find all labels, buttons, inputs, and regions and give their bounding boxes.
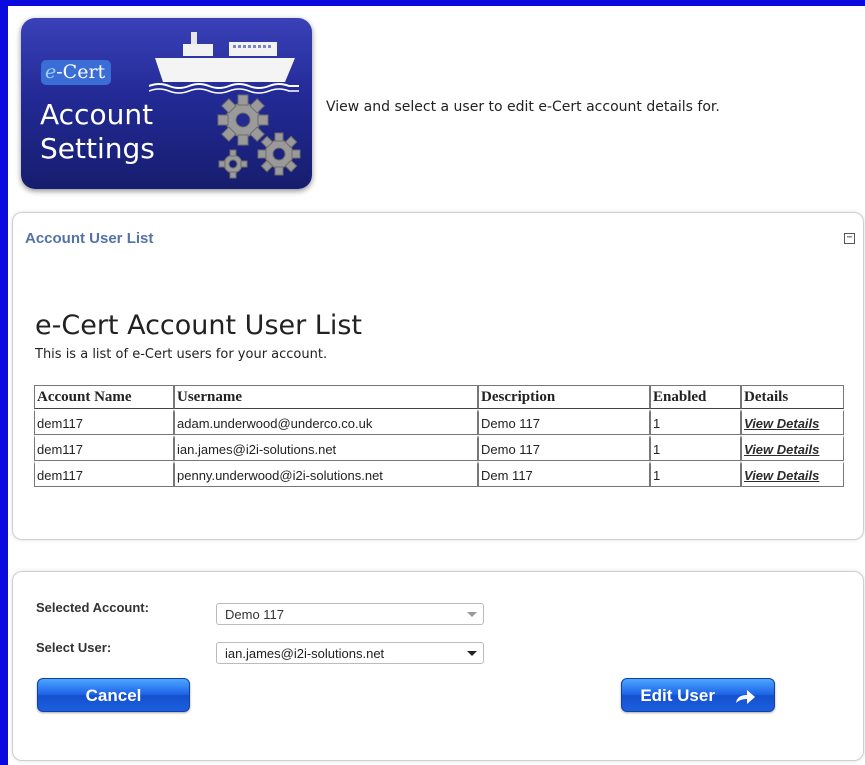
cancel-button-label: Cancel	[85, 686, 142, 705]
table-row: dem117 ian.james@i2i-solutions.net Demo …	[34, 435, 844, 461]
selected-account-label: Selected Account:	[36, 600, 149, 615]
e-cert-badge: e-Cert	[41, 60, 112, 85]
details-cell: View Details	[741, 435, 844, 461]
chevron-down-icon	[467, 651, 477, 656]
badge-e: e	[45, 61, 57, 83]
description-cell: Dem 117	[478, 461, 650, 487]
view-details-link[interactable]: View Details	[744, 416, 819, 431]
select-user-label: Select User:	[36, 640, 112, 655]
table-row: dem117 adam.underwood@underco.co.uk Demo…	[34, 409, 844, 435]
window-frame-top	[0, 0, 865, 6]
users-table: Account Name Username Description Enable…	[34, 385, 844, 487]
account-user-list-panel: Account User List − e-Cert Account User …	[12, 212, 864, 540]
edit-user-button-label: Edit User	[640, 686, 715, 705]
intro-text: View and select a user to edit e-Cert ac…	[326, 99, 720, 115]
account-name-cell: dem117	[34, 409, 174, 435]
cancel-button[interactable]: Cancel	[37, 678, 190, 712]
badge-text: -Cert	[56, 61, 106, 83]
select-user-dropdown[interactable]: ian.james@i2i-solutions.net	[216, 642, 484, 664]
logo-title: Account Settings	[40, 98, 155, 166]
window-frame-left	[0, 0, 8, 765]
column-header: Username	[174, 385, 478, 409]
username-cell: penny.underwood@i2i-solutions.net	[174, 461, 478, 487]
details-cell: View Details	[741, 409, 844, 435]
account-name-cell: dem117	[34, 435, 174, 461]
table-row: dem117 penny.underwood@i2i-solutions.net…	[34, 461, 844, 487]
table-header-row: Account Name Username Description Enable…	[34, 385, 844, 409]
arrow-right-icon	[735, 689, 755, 704]
select-user-value: ian.james@i2i-solutions.net	[225, 646, 385, 661]
list-subtitle: This is a list of e-Cert users for your …	[35, 347, 328, 362]
list-title: e-Cert Account User List	[35, 310, 363, 341]
column-header: Enabled	[650, 385, 741, 409]
selected-account-value: Demo 117	[225, 607, 285, 622]
logo-title-line2: Settings	[40, 132, 155, 165]
selected-account-select[interactable]: Demo 117	[216, 603, 484, 625]
column-header: Details	[741, 385, 844, 409]
enabled-cell: 1	[650, 435, 741, 461]
description-cell: Demo 117	[478, 409, 650, 435]
enabled-cell: 1	[650, 409, 741, 435]
column-header: Account Name	[34, 385, 174, 409]
view-details-link[interactable]: View Details	[744, 442, 819, 457]
account-settings-logo: e-Cert Account Settings	[21, 18, 312, 189]
panel-header: Account User List	[25, 230, 154, 247]
column-header: Description	[478, 385, 650, 409]
collapse-icon[interactable]: −	[844, 233, 855, 244]
ship-icon	[149, 32, 299, 94]
chevron-down-icon	[467, 612, 477, 617]
username-cell: ian.james@i2i-solutions.net	[174, 435, 478, 461]
enabled-cell: 1	[650, 461, 741, 487]
username-cell: adam.underwood@underco.co.uk	[174, 409, 478, 435]
view-details-link[interactable]: View Details	[744, 468, 819, 483]
description-cell: Demo 117	[478, 435, 650, 461]
edit-user-button[interactable]: Edit User	[621, 678, 775, 712]
details-cell: View Details	[741, 461, 844, 487]
account-name-cell: dem117	[34, 461, 174, 487]
logo-title-line1: Account	[40, 98, 154, 131]
gears-icon	[217, 94, 301, 179]
user-selection-panel: Selected Account: Demo 117 Select User: …	[12, 571, 864, 761]
